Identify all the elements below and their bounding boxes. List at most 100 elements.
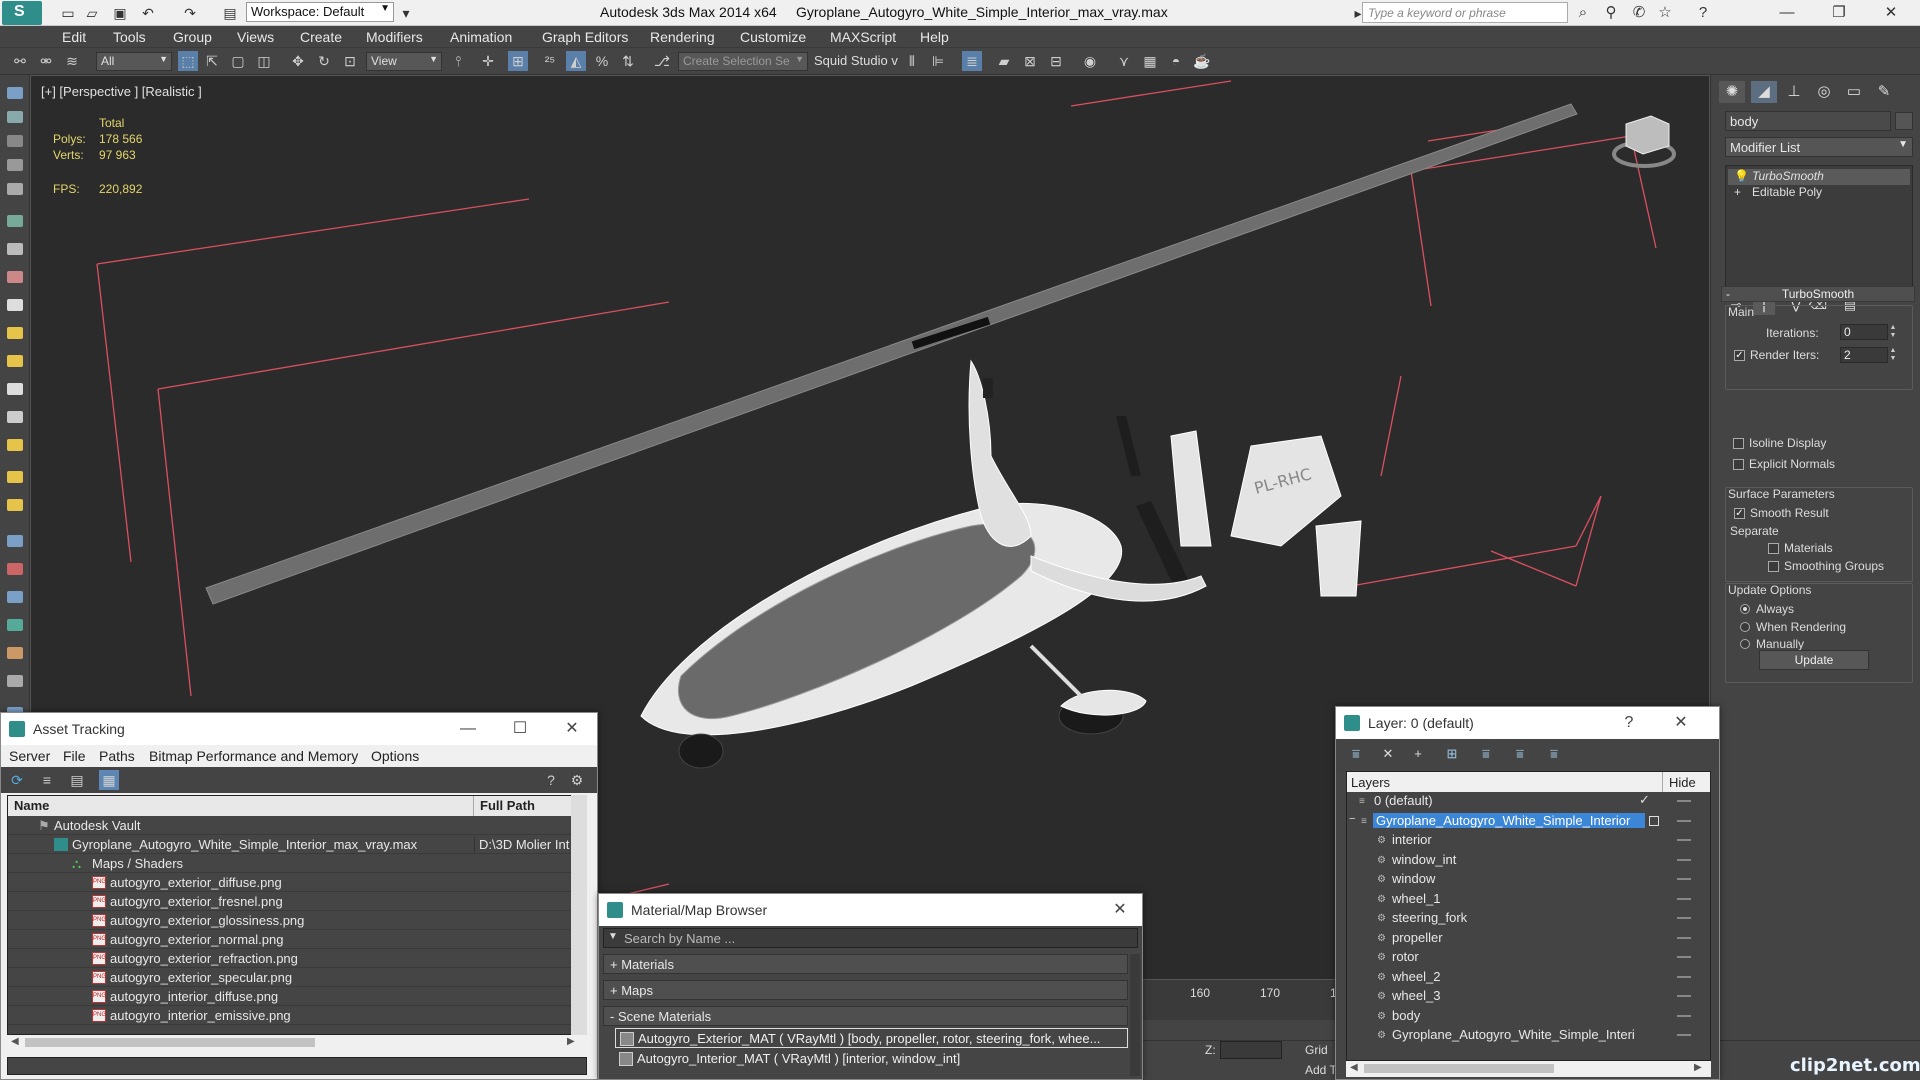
scene-materials-section[interactable]: - Scene Materials bbox=[603, 1006, 1128, 1026]
hide-toggle[interactable] bbox=[1677, 878, 1691, 880]
materials-checkbox[interactable] bbox=[1768, 543, 1779, 554]
left-tool-icon[interactable] bbox=[7, 243, 23, 255]
left-tool-icon[interactable] bbox=[7, 183, 23, 195]
left-tool-icon[interactable] bbox=[7, 619, 23, 631]
menu-modifiers[interactable]: Modifiers bbox=[366, 29, 423, 45]
lightbulb-icon[interactable]: 💡 bbox=[1734, 169, 1749, 183]
iterations-spinner[interactable]: 0 bbox=[1840, 324, 1888, 340]
menu-maxscript[interactable]: MAXScript bbox=[830, 29, 896, 45]
rendered-frame-window-icon[interactable]: ▦ bbox=[1140, 51, 1160, 71]
scroll-left-icon[interactable]: ◀ bbox=[11, 1036, 19, 1047]
table-row[interactable]: ⚑ Autodesk Vault bbox=[8, 816, 574, 835]
left-tool-icon[interactable] bbox=[7, 159, 23, 171]
left-tool-icon[interactable] bbox=[7, 383, 23, 395]
when-rendering-radio[interactable] bbox=[1740, 622, 1750, 632]
object-row[interactable]: ⚙ wheel_3 bbox=[1347, 987, 1710, 1007]
always-radio[interactable] bbox=[1740, 604, 1750, 614]
table-row[interactable]: PNG autogyro_exterior_specular.png bbox=[8, 968, 574, 987]
curve-editor-icon[interactable]: ⊠ bbox=[1020, 51, 1040, 71]
material-browser-titlebar[interactable]: Material/Map Browser ✕ bbox=[599, 894, 1142, 926]
asset-menu-options[interactable]: Options bbox=[371, 748, 419, 764]
table-row[interactable]: PNG autogyro_exterior_fresnel.png bbox=[8, 892, 574, 911]
save-icon[interactable]: ▣ bbox=[110, 3, 130, 23]
add-time-tag-label[interactable]: Add T bbox=[1305, 1063, 1337, 1077]
hide-toggle[interactable] bbox=[1677, 936, 1691, 939]
menu-views[interactable]: Views bbox=[237, 29, 274, 45]
current-layer-box[interactable] bbox=[1649, 815, 1659, 826]
close-icon[interactable]: ✕ bbox=[1666, 712, 1696, 734]
menu-graph-editors[interactable]: Graph Editors bbox=[542, 29, 628, 45]
create-tab-icon[interactable]: ✺ bbox=[1719, 81, 1745, 103]
scale-icon[interactable]: ⊡ bbox=[340, 51, 360, 71]
hide-toggle[interactable] bbox=[1677, 858, 1691, 861]
angle-snap-icon[interactable]: ◭ bbox=[566, 51, 586, 71]
menu-help[interactable]: Help bbox=[920, 29, 949, 45]
create-layer-icon[interactable]: + bbox=[1408, 746, 1428, 764]
material-row[interactable]: Autogyro_Interior_MAT ( VRayMtl ) [inter… bbox=[615, 1049, 1128, 1069]
spinner-arrows-icon[interactable]: ▲ ▼ bbox=[1888, 324, 1898, 340]
workspace-select[interactable]: Workspace: Default ▼ bbox=[246, 2, 394, 22]
left-tool-icon[interactable] bbox=[7, 111, 23, 123]
layer-row[interactable]: ≡ 0 (default) ✓ bbox=[1347, 792, 1710, 812]
hide-all-layers-icon[interactable]: ⩸ bbox=[1544, 746, 1564, 764]
link-icon[interactable]: ⚯ bbox=[10, 51, 30, 71]
menu-rendering[interactable]: Rendering bbox=[650, 29, 715, 45]
menu-customize[interactable]: Customize bbox=[740, 29, 806, 45]
spinner-arrows-icon[interactable]: ▲ ▼ bbox=[1888, 347, 1898, 363]
restore-icon[interactable]: ❐ bbox=[1816, 0, 1862, 26]
rotate-icon[interactable]: ↻ bbox=[314, 51, 334, 71]
minimize-icon[interactable]: — bbox=[1764, 0, 1810, 26]
asset-menu-server[interactable]: Server bbox=[9, 748, 50, 764]
turbosmooth-rollout-header[interactable]: - TurboSmooth bbox=[1721, 286, 1915, 302]
asset-tracking-titlebar[interactable]: Asset Tracking — ☐ ✕ bbox=[1, 713, 597, 745]
hide-toggle[interactable] bbox=[1677, 839, 1691, 841]
horizontal-scrollbar[interactable]: ◀ ▶ bbox=[7, 1035, 587, 1051]
update-button[interactable]: Update bbox=[1759, 650, 1869, 670]
keyword-search-input[interactable]: Type a keyword or phrase bbox=[1362, 2, 1568, 23]
render-iters-spinner[interactable]: 2 bbox=[1840, 347, 1888, 363]
object-row[interactable]: ⚙ wheel_2 bbox=[1347, 968, 1710, 988]
left-tool-icon[interactable] bbox=[7, 87, 23, 99]
vertical-scrollbar[interactable] bbox=[1130, 954, 1140, 1076]
help-icon[interactable]: ? bbox=[541, 770, 561, 790]
hide-toggle[interactable] bbox=[1677, 800, 1691, 802]
material-search-input[interactable]: ▼ Search by Name ... bbox=[603, 928, 1138, 948]
hide-toggle[interactable] bbox=[1677, 917, 1691, 919]
horizontal-scrollbar[interactable]: ◀ ▶ bbox=[1346, 1061, 1711, 1077]
left-tool-icon[interactable] bbox=[7, 135, 23, 147]
add-selection-icon[interactable]: ⊞ bbox=[1442, 746, 1462, 764]
column-header-name[interactable]: Name bbox=[8, 796, 474, 816]
move-icon[interactable]: ✥ bbox=[288, 51, 308, 71]
table-row[interactable]: PNG autogyro_interior_diffuse.png bbox=[8, 987, 574, 1006]
smoothing-groups-checkbox[interactable] bbox=[1768, 561, 1779, 572]
smooth-result-checkbox[interactable]: ✓ bbox=[1734, 508, 1745, 519]
column-header-layers[interactable]: Layers bbox=[1351, 775, 1390, 790]
material-editor-icon[interactable]: ◉ bbox=[1080, 51, 1100, 71]
left-tool-icon[interactable] bbox=[7, 591, 23, 603]
graphite-toggle-icon[interactable]: ▰ bbox=[994, 51, 1014, 71]
layer-row[interactable]: − ≡ Gyroplane_Autogyro_White_Simple_Inte… bbox=[1347, 812, 1710, 832]
help-icon[interactable]: ? bbox=[1692, 3, 1714, 23]
left-tool-icon[interactable] bbox=[7, 647, 23, 659]
materials-section[interactable]: + Materials bbox=[603, 954, 1128, 974]
z-coordinate-input[interactable] bbox=[1220, 1041, 1282, 1059]
object-color-swatch[interactable] bbox=[1895, 112, 1913, 130]
select-by-name-icon[interactable]: ⇱ bbox=[202, 51, 222, 71]
select-object-icon[interactable]: ⬚ bbox=[178, 51, 198, 71]
expand-plus-icon[interactable]: + bbox=[1734, 185, 1741, 199]
maximize-icon[interactable]: ☐ bbox=[505, 718, 535, 740]
refresh-icon[interactable]: ⟳ bbox=[7, 770, 27, 790]
select-manipulate-icon[interactable]: ✛ bbox=[478, 51, 498, 71]
manually-radio[interactable] bbox=[1740, 639, 1750, 649]
render-iters-checkbox[interactable]: ✓ bbox=[1734, 350, 1745, 361]
hide-toggle[interactable] bbox=[1677, 995, 1691, 997]
search-options-icon[interactable]: ▼ bbox=[608, 931, 618, 942]
scroll-right-icon[interactable]: ▶ bbox=[567, 1036, 575, 1047]
minimize-icon[interactable]: — bbox=[453, 718, 483, 740]
motion-tab-icon[interactable]: ◎ bbox=[1811, 81, 1837, 103]
table-row[interactable]: PNG autogyro_exterior_normal.png bbox=[8, 930, 574, 949]
left-tool-icon[interactable] bbox=[7, 215, 23, 227]
object-row[interactable]: ⚙ Gyroplane_Autogyro_White_Simple_Interi bbox=[1347, 1026, 1710, 1046]
left-tool-icon[interactable] bbox=[7, 439, 23, 451]
settings-icon[interactable]: ⚙ bbox=[567, 770, 587, 790]
